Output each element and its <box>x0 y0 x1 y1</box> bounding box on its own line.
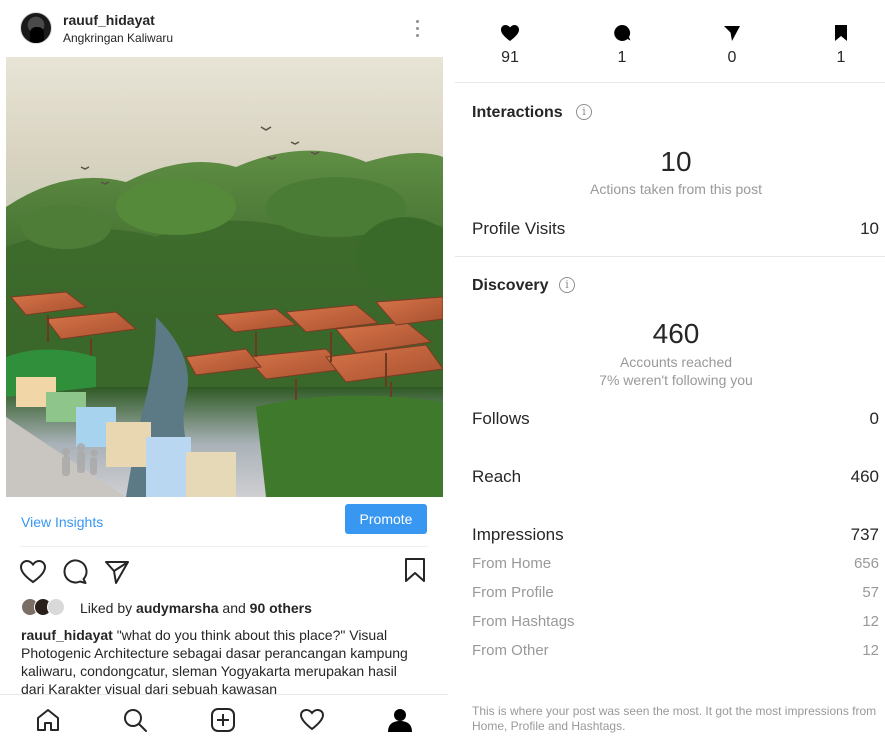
interactions-subtitle: Actions taken from this post <box>590 181 762 197</box>
divider <box>455 256 885 257</box>
post-image-illustration <box>6 57 443 497</box>
post-image[interactable] <box>6 57 443 497</box>
reach-label: Reach <box>472 467 522 486</box>
from-profile-label: From Profile <box>472 584 554 601</box>
add-post-icon[interactable] <box>210 707 236 733</box>
impressions-value: 737 <box>850 525 879 544</box>
from-profile-value: 57 <box>862 584 879 601</box>
more-vertical-icon[interactable] <box>410 18 426 42</box>
bookmark-icon[interactable] <box>404 557 426 583</box>
insights-panel: 91 1 0 1 Interactions i 10 Actions taken… <box>455 0 885 743</box>
stat-shares: 0 <box>702 24 762 67</box>
liked-by-user[interactable]: audymarsha <box>136 600 218 616</box>
heart-icon[interactable] <box>19 559 47 585</box>
caption-username[interactable]: rauuf_hidayat <box>21 627 113 643</box>
stat-comments-value: 1 <box>617 49 627 66</box>
avatar[interactable] <box>20 12 52 44</box>
from-hashtags-value: 12 <box>862 613 879 630</box>
discovery-count: 460 <box>652 318 700 349</box>
follows-value: 0 <box>869 409 879 428</box>
search-icon[interactable] <box>122 707 148 733</box>
home-icon[interactable] <box>35 707 61 733</box>
from-other-label: From Other <box>472 642 549 659</box>
divider <box>455 82 885 83</box>
post-caption: rauuf_hidayat "what do you think about t… <box>21 626 421 698</box>
accounts-reached-label: Accounts reached <box>619 354 733 370</box>
stat-saves: 1 <box>811 24 871 67</box>
post-username[interactable]: rauuf_hidayat <box>63 12 155 28</box>
profile-icon[interactable] <box>387 707 413 733</box>
bookmark-icon <box>835 25 847 41</box>
activity-heart-icon[interactable] <box>299 707 325 733</box>
stat-shares-value: 0 <box>727 49 737 66</box>
post-location[interactable]: Angkringan Kaliwaru <box>63 31 173 45</box>
stat-likes-value: 91 <box>501 49 519 66</box>
discovery-title: Discovery <box>472 277 549 294</box>
from-other-value: 12 <box>862 642 879 659</box>
heart-icon <box>501 25 519 41</box>
interactions-count: 10 <box>660 146 692 177</box>
stat-saves-value: 1 <box>836 49 846 66</box>
impressions-label: Impressions <box>472 525 564 544</box>
liked-by-prefix: Liked by <box>80 600 133 616</box>
info-icon[interactable]: i <box>576 104 592 120</box>
from-home-value: 656 <box>853 555 879 572</box>
comment-icon <box>614 24 631 41</box>
from-hashtags-label: From Hashtags <box>472 613 575 630</box>
liked-by-others[interactable]: 90 others <box>250 600 312 616</box>
send-icon <box>724 26 740 41</box>
interactions-title: Interactions <box>472 104 563 121</box>
view-insights-link[interactable]: View Insights <box>21 514 103 530</box>
comment-icon[interactable] <box>62 559 88 585</box>
insights-footnote: This is where your post was seen the mos… <box>472 704 877 733</box>
profile-visits-label: Profile Visits <box>472 219 566 238</box>
from-home-label: From Home <box>472 555 552 572</box>
send-icon[interactable] <box>104 559 130 585</box>
liked-by-text[interactable]: Liked by audymarsha and 90 others <box>80 600 312 616</box>
divider <box>20 546 428 547</box>
liker-avatars[interactable] <box>21 598 73 618</box>
promote-button[interactable]: Promote <box>345 504 427 534</box>
avatar <box>47 598 65 616</box>
follows-label: Follows <box>472 409 530 428</box>
info-icon[interactable]: i <box>559 277 575 293</box>
post-panel: rauuf_hidayat Angkringan Kaliwaru View I… <box>0 0 448 743</box>
liked-by-and: and <box>222 600 246 616</box>
stat-likes: 91 <box>480 24 540 67</box>
reach-value: 460 <box>850 467 879 486</box>
post-header: rauuf_hidayat Angkringan Kaliwaru <box>0 0 448 56</box>
non-followers-percent: 7% weren't following you <box>599 372 753 388</box>
stat-comments: 1 <box>592 24 652 67</box>
profile-visits-value: 10 <box>860 219 879 238</box>
bottom-nav <box>0 694 448 743</box>
